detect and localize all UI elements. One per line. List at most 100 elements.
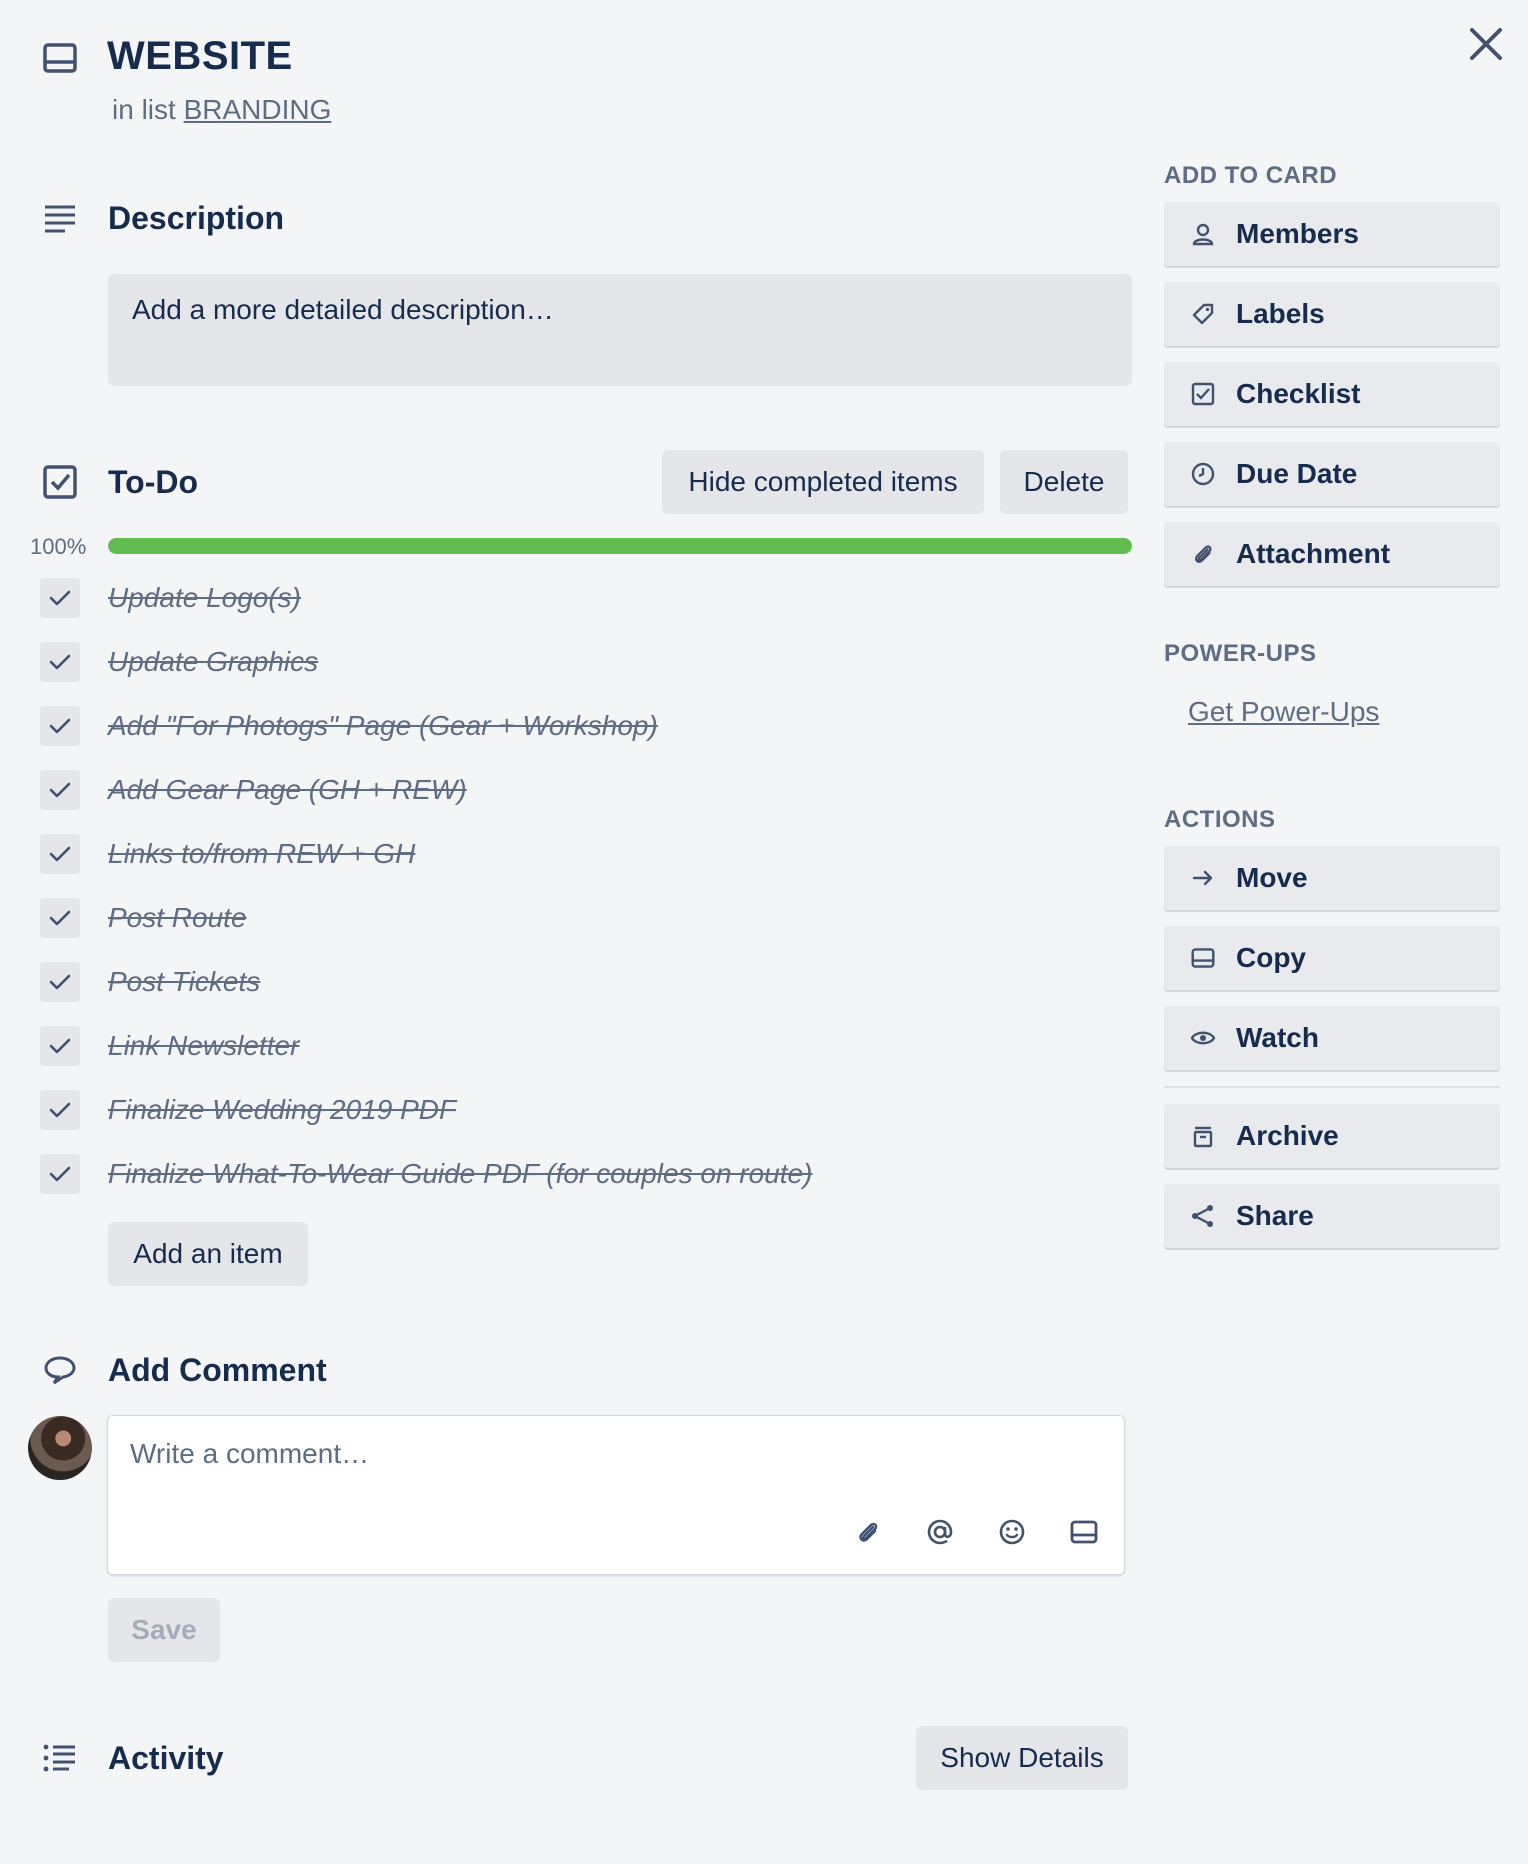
avatar[interactable] [28,1416,92,1480]
clock-icon [1188,459,1218,489]
mention-icon[interactable] [920,1512,960,1552]
list-link[interactable]: BRANDING [184,94,332,125]
checklist-title[interactable]: To-Do [108,464,198,501]
checklist-item-text[interactable]: Links to/from REW + GH [108,838,415,870]
checklist-item[interactable]: Update Graphics [40,630,1140,694]
archive-icon [1188,1121,1218,1151]
progress-bar [108,538,1132,554]
close-icon [1469,27,1503,61]
checklist-item-text[interactable]: Finalize What-To-Wear Guide PDF (for cou… [108,1158,812,1190]
member-icon [1188,219,1218,249]
checkmark-icon [48,716,72,736]
eye-icon [1188,1023,1218,1053]
checkbox[interactable] [40,578,80,618]
checklist-item-text[interactable]: Update Logo(s) [108,582,301,614]
checklist-item[interactable]: Add Gear Page (GH + REW) [40,758,1140,822]
labels-label: Labels [1236,298,1325,329]
delete-checklist-button[interactable]: Delete [1000,450,1128,514]
comment-input[interactable]: Write a comment… [130,1438,369,1470]
checkbox[interactable] [40,962,80,1002]
hide-completed-button[interactable]: Hide completed items [662,450,984,514]
checkbox[interactable] [40,898,80,938]
description-icon [40,198,80,238]
checkbox[interactable] [40,834,80,874]
checkbox[interactable] [40,706,80,746]
attachment-icon[interactable] [848,1512,888,1552]
description-field[interactable]: Add a more detailed description… [108,274,1132,386]
checklist-icon [40,462,80,502]
checklist-item[interactable]: Post Route [40,886,1140,950]
activity-icon [40,1738,80,1778]
actions-heading: ACTIONS [1164,806,1276,833]
watch-button[interactable]: Watch [1164,1006,1500,1070]
checklist-item[interactable]: Finalize Wedding 2019 PDF [40,1078,1140,1142]
checklist-item[interactable]: Links to/from REW + GH [40,822,1140,886]
move-button[interactable]: Move [1164,846,1500,910]
attachment-button[interactable]: Attachment [1164,522,1500,586]
share-icon [1188,1201,1218,1231]
sidebar-divider [1164,1086,1500,1088]
checklist-item[interactable]: Add "For Photogs" Page (Gear + Workshop) [40,694,1140,758]
checklist-icon [1188,379,1218,409]
checklist-item[interactable]: Post Tickets [40,950,1140,1014]
copy-label: Copy [1236,942,1306,973]
show-details-button[interactable]: Show Details [916,1726,1128,1790]
members-label: Members [1236,218,1359,249]
checklist-item-text[interactable]: Post Tickets [108,966,260,998]
checkmark-icon [48,1164,72,1184]
get-power-ups-link[interactable]: Get Power-Ups [1188,696,1379,728]
card-icon [40,38,80,78]
labels-button[interactable]: Labels [1164,282,1500,346]
activity-title: Activity [108,1740,224,1776]
progress-percent: 100% [30,534,87,559]
checkbox[interactable] [40,1154,80,1194]
checkbox[interactable] [40,770,80,810]
save-comment-button[interactable]: Save [108,1598,220,1662]
label-icon [1188,299,1218,329]
copy-button[interactable]: Copy [1164,926,1500,990]
description-title: Description [108,200,285,236]
add-to-card-heading: ADD TO CARD [1164,162,1338,189]
checkmark-icon [48,652,72,672]
add-comment-title: Add Comment [108,1352,327,1388]
checklist-label: Checklist [1236,378,1361,409]
checkmark-icon [48,588,72,608]
attachment-label: Attachment [1236,538,1391,569]
progress-bar-fill [108,538,1132,554]
card-icon [1188,943,1218,973]
power-ups-heading: POWER-UPS [1164,640,1317,667]
checklist-button[interactable]: Checklist [1164,362,1500,426]
close-button[interactable] [1462,20,1510,68]
arrow-right-icon [1188,863,1218,893]
checkmark-icon [48,1100,72,1120]
checklist-item[interactable]: Link Newsletter [40,1014,1140,1078]
checkmark-icon [48,780,72,800]
checkmark-icon [48,908,72,928]
checklist-item-text[interactable]: Add Gear Page (GH + REW) [108,774,467,806]
share-button[interactable]: Share [1164,1184,1500,1248]
watch-label: Watch [1236,1022,1319,1053]
checklist-item-text[interactable]: Post Route [108,902,247,934]
add-item-button[interactable]: Add an item [108,1222,308,1286]
checklist-item-text[interactable]: Link Newsletter [108,1030,299,1062]
archive-label: Archive [1236,1120,1339,1151]
checklist-item-text[interactable]: Finalize Wedding 2019 PDF [108,1094,456,1126]
checklist-item[interactable]: Finalize What-To-Wear Guide PDF (for cou… [40,1142,1140,1206]
checklist-item-text[interactable]: Update Graphics [108,646,318,678]
comment-icon [40,1350,80,1390]
checkbox[interactable] [40,1026,80,1066]
members-button[interactable]: Members [1164,202,1500,266]
checkmark-icon [48,844,72,864]
comment-field[interactable]: Write a comment… [107,1415,1125,1575]
emoji-icon[interactable] [992,1512,1032,1552]
checkbox[interactable] [40,642,80,682]
checklist-item-text[interactable]: Add "For Photogs" Page (Gear + Workshop) [108,710,658,742]
due-date-button[interactable]: Due Date [1164,442,1500,506]
card-title[interactable]: WEBSITE [107,34,293,79]
checklist-item[interactable]: Update Logo(s) [40,566,1140,630]
checkbox[interactable] [40,1090,80,1130]
archive-button[interactable]: Archive [1164,1104,1500,1168]
checkmark-icon [48,972,72,992]
in-list-prefix: in list [112,94,176,125]
card-icon[interactable] [1064,1512,1104,1552]
